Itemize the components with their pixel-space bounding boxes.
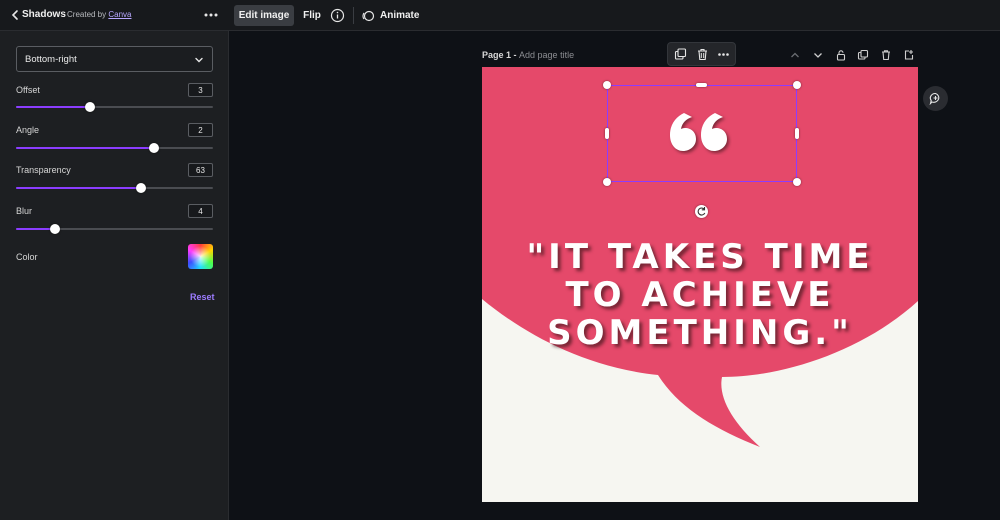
chevron-left-icon[interactable] bbox=[9, 9, 21, 21]
resize-handle-top[interactable] bbox=[696, 83, 707, 87]
info-icon[interactable] bbox=[330, 8, 345, 23]
reset-button[interactable]: Reset bbox=[190, 292, 215, 302]
resize-handle-right[interactable] bbox=[795, 128, 799, 139]
transparency-slider[interactable] bbox=[16, 182, 213, 194]
blur-value-field[interactable]: 4 bbox=[188, 204, 213, 218]
animate-icon bbox=[362, 10, 375, 21]
slider-thumb[interactable] bbox=[148, 143, 159, 153]
quote-line-3: SOMETHING." bbox=[547, 313, 853, 353]
color-label: Color bbox=[16, 252, 38, 262]
transparency-label: Transparency bbox=[16, 165, 71, 175]
trash-icon[interactable] bbox=[880, 49, 892, 61]
shadow-direction-select[interactable]: Bottom-right bbox=[16, 46, 213, 72]
slider-fill bbox=[16, 147, 154, 149]
flip-button[interactable]: Flip bbox=[300, 5, 324, 26]
offset-slider[interactable] bbox=[16, 101, 213, 113]
design-page[interactable]: "IT TAKES TIME TO ACHIEVE SOMETHING." bbox=[482, 67, 918, 502]
toolbar-divider bbox=[353, 7, 354, 24]
blur-slider[interactable] bbox=[16, 223, 213, 235]
created-by-text: Created by Canva bbox=[67, 10, 132, 19]
comment-button[interactable] bbox=[923, 86, 948, 111]
comment-icon bbox=[929, 92, 940, 105]
top-toolbar: Shadows Created by Canva Edit image Flip… bbox=[0, 0, 1000, 31]
slider-fill bbox=[16, 106, 90, 108]
angle-label: Angle bbox=[16, 125, 40, 135]
angle-slider[interactable] bbox=[16, 142, 213, 154]
duplicate-icon[interactable] bbox=[674, 48, 687, 61]
page-number-label: Page 1 - bbox=[482, 50, 517, 60]
panel-title: Shadows bbox=[22, 9, 66, 20]
animate-label: Animate bbox=[380, 10, 420, 21]
more-horizontal-icon[interactable] bbox=[717, 48, 730, 61]
blur-label: Blur bbox=[16, 206, 33, 216]
shadow-direction-value: Bottom-right bbox=[25, 54, 77, 65]
offset-value-field[interactable]: 3 bbox=[188, 83, 213, 97]
offset-label: Offset bbox=[16, 85, 40, 95]
trash-icon[interactable] bbox=[696, 48, 709, 61]
more-horizontal-icon[interactable] bbox=[203, 8, 219, 22]
chevron-down-icon[interactable] bbox=[812, 49, 824, 61]
transparency-value-field[interactable]: 63 bbox=[188, 163, 213, 177]
quote-line-1: "IT TAKES TIME bbox=[526, 237, 874, 277]
resize-handle-top-right[interactable] bbox=[793, 81, 801, 89]
panel-header: Shadows Created by Canva bbox=[0, 0, 229, 31]
slider-thumb[interactable] bbox=[136, 183, 147, 193]
edit-image-button[interactable]: Edit image bbox=[234, 5, 294, 26]
animate-button[interactable]: Animate bbox=[361, 5, 421, 26]
quote-text[interactable]: "IT TAKES TIME TO ACHIEVE SOMETHING." bbox=[482, 238, 918, 352]
slider-fill bbox=[16, 187, 142, 189]
slider-thumb[interactable] bbox=[84, 102, 95, 112]
slider-thumb[interactable] bbox=[50, 224, 61, 234]
rotate-handle[interactable] bbox=[695, 205, 708, 218]
element-floating-toolbar bbox=[667, 42, 736, 66]
add-page-icon[interactable] bbox=[903, 49, 915, 61]
selection-box bbox=[607, 85, 797, 182]
duplicate-icon[interactable] bbox=[857, 49, 869, 61]
chevron-up-icon[interactable] bbox=[789, 49, 801, 61]
page-header: Page 1 - Add page title bbox=[482, 50, 574, 60]
resize-handle-top-left[interactable] bbox=[603, 81, 611, 89]
page-title-input[interactable]: Add page title bbox=[519, 50, 574, 60]
rotate-icon bbox=[697, 207, 706, 216]
shadow-color-swatch[interactable] bbox=[188, 244, 213, 269]
creator-link[interactable]: Canva bbox=[108, 10, 131, 19]
angle-value-field[interactable]: 2 bbox=[188, 123, 213, 137]
resize-handle-bottom-left[interactable] bbox=[603, 178, 611, 186]
chevron-down-icon bbox=[195, 57, 203, 63]
lock-icon[interactable] bbox=[835, 49, 847, 61]
quote-line-2: TO ACHIEVE bbox=[565, 275, 835, 315]
shadow-settings-panel: Bottom-right Offset 3 Angle 2 Transparen… bbox=[0, 31, 229, 520]
resize-handle-left[interactable] bbox=[605, 128, 609, 139]
created-by-prefix: Created by bbox=[67, 10, 107, 19]
resize-handle-bottom-right[interactable] bbox=[793, 178, 801, 186]
